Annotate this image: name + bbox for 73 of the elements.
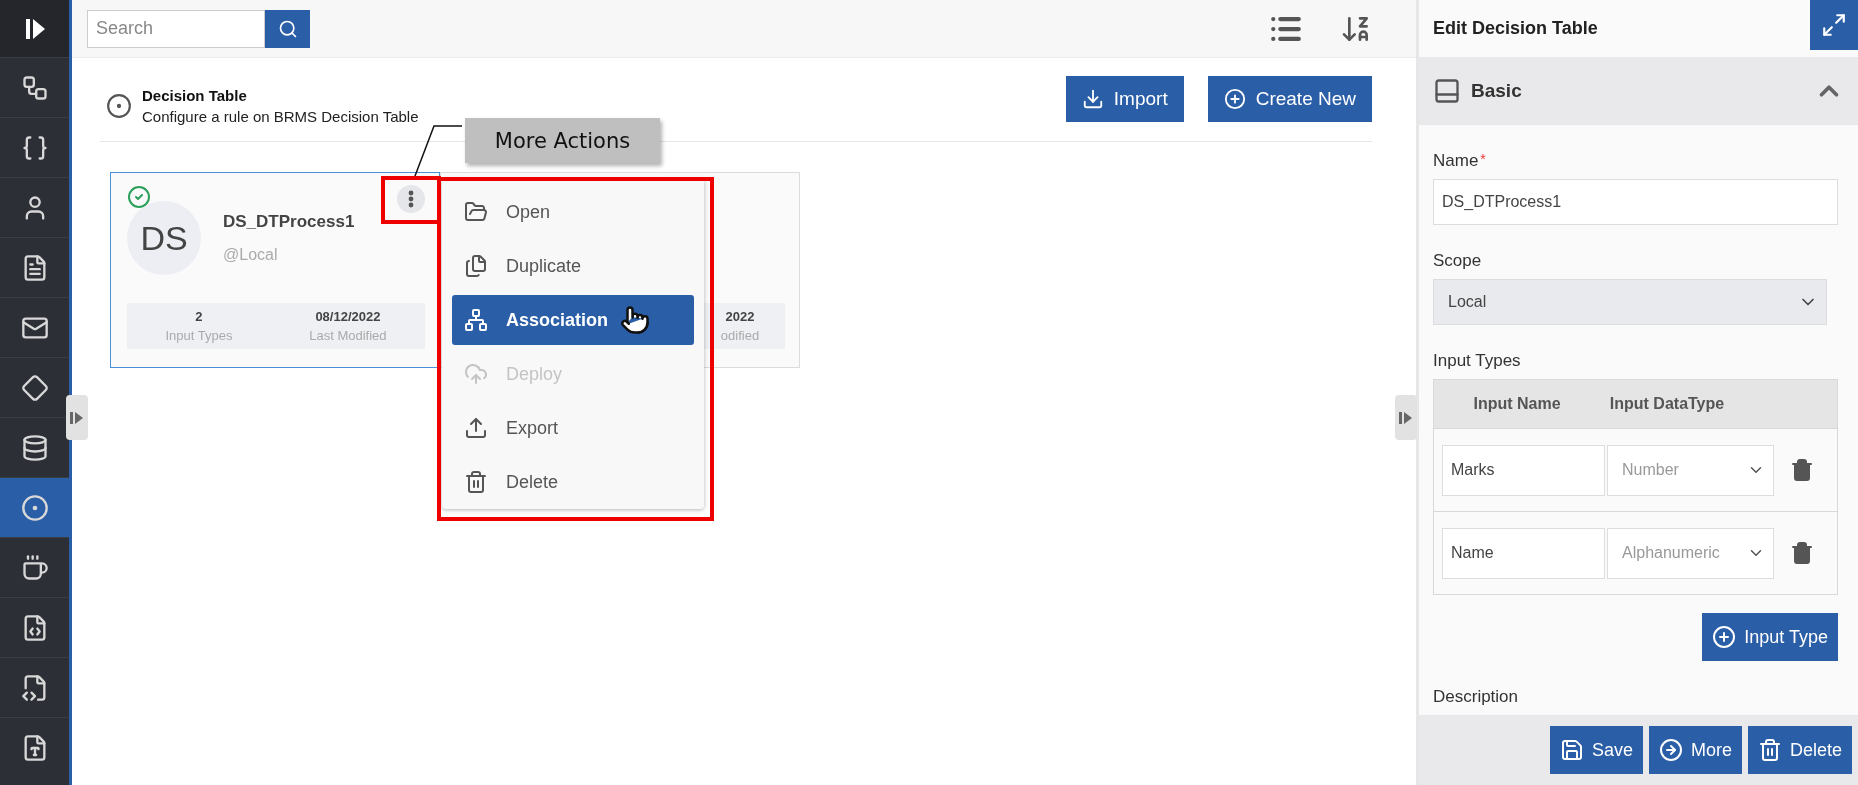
hand-cursor-icon <box>620 305 650 335</box>
avatar: DS <box>127 201 201 275</box>
decision-table-card[interactable]: DS DS_DTProcess1 @Local 2 Input Types 08/12/2022 Last Modified <box>110 172 440 368</box>
more-actions-button[interactable] <box>397 185 425 213</box>
field-label: Scope <box>1433 251 1483 271</box>
files-icon <box>464 254 488 278</box>
cloud-upload-icon <box>464 362 488 386</box>
collapse-handle-icon[interactable] <box>1399 410 1413 425</box>
input-name-field[interactable]: Marks <box>1442 444 1605 496</box>
section-title: Basic <box>1471 80 1523 102</box>
input-name-field[interactable]: Name <box>1442 527 1605 579</box>
stat-value: 2 <box>195 309 203 324</box>
section-header[interactable]: Basic <box>1419 57 1858 125</box>
menu-item[interactable]: Open <box>452 187 694 237</box>
kebab-icon <box>408 190 414 208</box>
import-button[interactable]: Import <box>1065 75 1184 122</box>
delete-button[interactable]: Delete <box>1747 726 1852 774</box>
page-subtitle: Configure a rule on BRMS Decision Table <box>142 107 420 125</box>
collapse-handle[interactable] <box>66 395 88 440</box>
braces-icon <box>20 133 49 162</box>
page-title: Decision Table <box>142 86 248 104</box>
collapse-handle[interactable] <box>1395 395 1417 440</box>
search-button[interactable] <box>265 9 310 48</box>
trash-icon <box>1757 738 1782 762</box>
stat-label: odified <box>720 328 760 343</box>
field-label: Name <box>1433 151 1479 171</box>
plus-circle-icon <box>1223 87 1246 110</box>
leader-line <box>412 124 464 178</box>
diagonal-arrows-icon <box>1821 12 1847 38</box>
search-icon <box>277 18 298 39</box>
column-header: Input Name <box>1472 395 1562 413</box>
add-input-type-button[interactable]: Input Type <box>1702 613 1838 661</box>
sidebar-item[interactable] <box>0 477 69 537</box>
coffee-cup-icon <box>20 553 49 582</box>
more-button[interactable]: More <box>1648 726 1742 774</box>
scope-dropdown[interactable]: Local <box>1433 279 1827 325</box>
panel-title: Edit Decision Table <box>1433 18 1598 39</box>
stat-value: 2022 <box>725 309 755 324</box>
stat-value: 08/12/2022 <box>315 309 381 324</box>
save-button[interactable]: Save <box>1549 726 1643 774</box>
form-icon <box>1433 77 1461 105</box>
menu-item[interactable]: Delete <box>452 457 694 507</box>
trash-icon <box>464 470 488 494</box>
circle-icon <box>20 493 49 522</box>
menu-item[interactable]: Duplicate <box>452 241 694 291</box>
field-label: Input Types <box>1433 351 1522 371</box>
collapse-handle-icon[interactable] <box>70 410 84 425</box>
database-icon <box>20 433 49 462</box>
delete-icon[interactable] <box>1790 541 1814 565</box>
menu-item[interactable]: Export <box>452 403 694 453</box>
card-scope: @Local <box>223 246 279 264</box>
download-icon <box>1081 87 1104 110</box>
plus-circle-icon <box>1712 625 1737 649</box>
create-new-button[interactable]: Create New <box>1207 75 1372 122</box>
card-title: DS_DTProcess1 <box>223 212 355 232</box>
required-marker: * <box>1480 151 1486 169</box>
decision-table-icon <box>106 92 132 119</box>
hierarchy-icon <box>464 308 488 332</box>
folder-icon <box>464 200 488 224</box>
field-label: Description <box>1433 687 1520 707</box>
flowchart-icon <box>20 73 49 102</box>
stat-label: Last Modified <box>309 328 387 343</box>
search-field[interactable]: Search <box>87 9 265 48</box>
text-field[interactable]: DS_DTProcess1 <box>1433 179 1838 225</box>
expand-button[interactable] <box>1810 0 1858 50</box>
upload-icon <box>464 416 488 440</box>
menu-item[interactable]: Association <box>452 295 694 345</box>
diamond-icon <box>20 373 49 402</box>
tooltip: More Actions <box>465 118 660 163</box>
stat-label: Input Types <box>165 328 233 343</box>
arrow-circle-icon <box>1658 738 1683 762</box>
column-header: Input DataType <box>1608 395 1726 413</box>
delete-icon[interactable] <box>1790 458 1814 482</box>
